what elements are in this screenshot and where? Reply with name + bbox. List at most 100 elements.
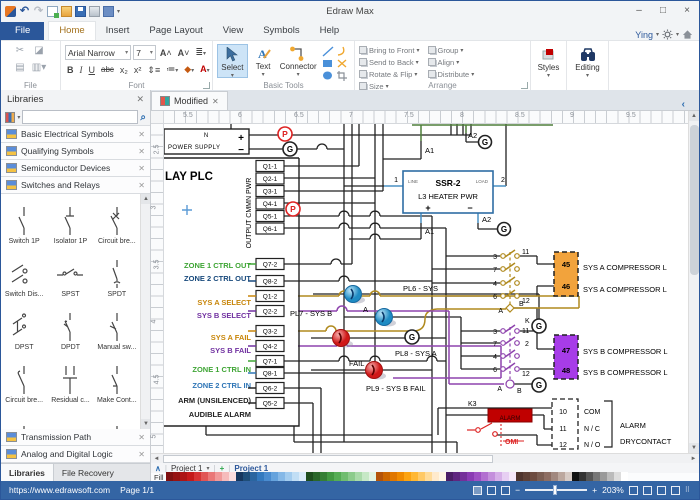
open-file-icon[interactable]	[61, 6, 72, 17]
color-swatch[interactable]	[313, 472, 320, 481]
library-section[interactable]: Qualifying Symbols✕	[1, 142, 150, 160]
symbol-item[interactable]: Isolator 1P	[47, 194, 93, 247]
symbol-item[interactable]: Make Cont...	[94, 353, 140, 406]
color-swatch[interactable]	[201, 472, 208, 481]
drawing-canvas[interactable]: N POWER SUPPLY + − LAY PLC OUTPUT CMMN P…	[164, 124, 689, 453]
lamp-pl9[interactable]	[366, 362, 387, 380]
paste-special-icon[interactable]: ▥▾	[30, 61, 48, 77]
marker-p-2[interactable]: P	[286, 202, 300, 216]
zoom-in-icon[interactable]: +	[592, 485, 597, 495]
curve-tool-icon[interactable]	[336, 46, 350, 58]
paste-icon[interactable]: ▤	[11, 61, 29, 77]
color-swatch[interactable]	[453, 472, 460, 481]
user-caret-icon[interactable]: ▾	[656, 31, 659, 38]
color-swatch[interactable]	[474, 472, 481, 481]
color-swatch[interactable]	[320, 472, 327, 481]
line-tool-icon[interactable]	[322, 46, 336, 58]
font-dialog-launcher[interactable]	[203, 82, 210, 89]
library-section[interactable]: Analog and Digital Logic✕	[1, 445, 150, 463]
connector-tool-button[interactable]: Connector ▾	[278, 44, 318, 78]
tab-help[interactable]: Help	[310, 22, 350, 40]
color-swatch[interactable]	[488, 472, 495, 481]
font-size-combobox[interactable]: 7▾	[133, 45, 156, 60]
select-tool-button[interactable]: Select ▾	[217, 44, 248, 78]
color-swatch[interactable]	[509, 472, 516, 481]
color-swatch[interactable]	[530, 472, 537, 481]
document-tab[interactable]: Modified ✕	[151, 91, 228, 110]
library-section[interactable]: Basic Electrical Symbols✕	[1, 125, 150, 143]
italic-button[interactable]: I	[78, 63, 85, 77]
color-swatch[interactable]	[271, 472, 278, 481]
export-icon[interactable]	[103, 6, 114, 17]
color-swatch[interactable]	[614, 472, 621, 481]
minimize-button[interactable]: –	[627, 2, 651, 21]
font-name-combobox[interactable]: Arial Narrow▾	[65, 45, 131, 60]
bullet-list-icon[interactable]: ≔▾	[164, 62, 180, 78]
status-url[interactable]: https://www.edrawsoft.com	[9, 485, 110, 495]
vertical-scrollbar[interactable]: ▲ ▼	[688, 111, 699, 453]
editing-button[interactable]: Editing ▾	[568, 44, 608, 79]
zoom-region-icon[interactable]	[657, 486, 666, 495]
color-swatch[interactable]	[390, 472, 397, 481]
format-painter-icon[interactable]: ◪	[30, 44, 48, 60]
collapse-panel-icon[interactable]: ‹	[682, 99, 699, 110]
color-swatch[interactable]	[439, 472, 446, 481]
cut-icon[interactable]: ✂	[11, 44, 29, 60]
align-button[interactable]: Align▾	[428, 56, 484, 68]
horizontal-scroll-thumb[interactable]	[163, 455, 493, 463]
section-close-icon[interactable]: ✕	[138, 147, 145, 156]
increase-font-icon[interactable]: A˄	[158, 46, 174, 60]
arrange-dialog-launcher[interactable]	[521, 82, 528, 89]
lamp-pl6[interactable]	[345, 286, 366, 304]
color-swatch[interactable]	[502, 472, 509, 481]
library-search-input[interactable]	[22, 110, 138, 124]
color-swatch[interactable]	[418, 472, 425, 481]
pencil-tool-icon[interactable]	[336, 58, 350, 70]
marker-g-5[interactable]: G	[532, 319, 546, 333]
color-swatch[interactable]	[425, 472, 432, 481]
color-swatch[interactable]	[299, 472, 306, 481]
marker-g-4[interactable]: G	[405, 330, 419, 344]
scroll-up-icon[interactable]: ▲	[689, 111, 699, 121]
color-swatch[interactable]	[278, 472, 285, 481]
symbol-item[interactable]: DPDT	[47, 300, 93, 353]
zoom-out-icon[interactable]: −	[515, 485, 520, 495]
symbol-item[interactable]	[47, 406, 93, 429]
symbol-item[interactable]: Switch 1P	[1, 194, 47, 247]
section-close-icon[interactable]: ✕	[138, 130, 145, 139]
library-section[interactable]: Transmission Path✕	[1, 428, 150, 446]
panel-close-icon[interactable]: ✕	[136, 94, 144, 105]
color-swatch[interactable]	[306, 472, 313, 481]
search-icon[interactable]: ⌕	[140, 112, 146, 123]
marker-g-2[interactable]: G	[479, 136, 492, 149]
scroll-down-icon[interactable]: ▼	[141, 419, 150, 429]
marker-g-3[interactable]: G	[498, 223, 511, 236]
send-to-back-button[interactable]: Send to Back▾	[359, 56, 425, 68]
color-swatch[interactable]	[250, 472, 257, 481]
color-swatch[interactable]	[292, 472, 299, 481]
color-swatch[interactable]	[607, 472, 614, 481]
color-swatch[interactable]	[572, 472, 579, 481]
rotate-flip-button[interactable]: Rotate & Flip▾	[359, 68, 425, 80]
save-icon[interactable]	[75, 6, 86, 17]
section-close-icon[interactable]: ✕	[138, 181, 145, 190]
underline-button[interactable]: U	[87, 63, 98, 77]
color-swatch[interactable]	[327, 472, 334, 481]
tab-libraries[interactable]: Libraries	[1, 464, 54, 481]
symbol-item[interactable]: Circuit bre...	[94, 194, 140, 247]
zoom-slider-thumb[interactable]	[553, 485, 557, 495]
edraw-logo-icon[interactable]	[5, 6, 16, 17]
new-file-icon[interactable]	[47, 6, 58, 17]
pan-icon[interactable]	[671, 486, 680, 495]
zoom-level[interactable]: 203%	[602, 485, 624, 495]
font-color-button[interactable]: A▾	[198, 62, 212, 78]
color-swatch[interactable]	[446, 472, 453, 481]
horizontal-scrollbar[interactable]: ◄ ►	[151, 453, 699, 463]
symbol-item[interactable]: Residual c...	[47, 353, 93, 406]
symbol-item[interactable]	[94, 406, 140, 429]
highlight-icon[interactable]: ◆▾	[182, 62, 196, 78]
gear-caret-icon[interactable]: ▾	[676, 31, 679, 38]
color-swatch[interactable]	[383, 472, 390, 481]
symbol-item[interactable]: SPDT	[94, 247, 140, 300]
text-tool-button[interactable]: A Text ▾	[248, 44, 279, 78]
